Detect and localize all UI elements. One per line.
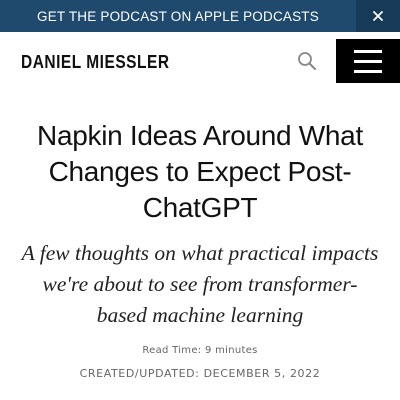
- article-date: CREATED/UPDATED: DECEMBER 5, 2022: [79, 367, 321, 380]
- podcast-promo-link[interactable]: GET THE PODCAST ON APPLE PODCASTS: [0, 0, 356, 32]
- site-logo[interactable]: DANIEL MIESSLER: [21, 52, 170, 73]
- hamburger-menu-icon: [354, 69, 382, 73]
- hamburger-menu-icon: [354, 59, 382, 63]
- article-title: Napkin Ideas Around What Changes to Expe…: [37, 120, 363, 223]
- site-header: DANIEL MIESSLER: [0, 32, 400, 90]
- promo-close-button[interactable]: [356, 0, 400, 32]
- promo-banner: GET THE PODCAST ON APPLE PODCASTS: [0, 0, 400, 32]
- search-button[interactable]: [296, 50, 318, 72]
- article-subtitle: A few thoughts on what practical impacts…: [21, 241, 379, 327]
- search-icon: [298, 52, 316, 70]
- menu-button[interactable]: [336, 39, 400, 83]
- article-header: Napkin Ideas Around What Changes to Expe…: [20, 118, 380, 380]
- close-icon: [373, 11, 383, 21]
- hamburger-menu-icon: [354, 49, 382, 53]
- read-time: Read Time: 9 minutes: [142, 345, 258, 356]
